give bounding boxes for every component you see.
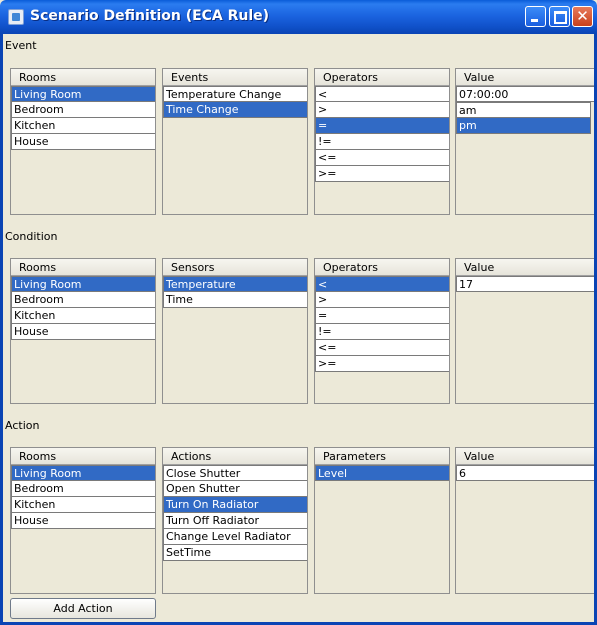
action-parameters-panel: Parameters Level — [314, 447, 450, 594]
list-item[interactable]: pm — [456, 118, 591, 134]
condition-rooms-header: Rooms — [11, 259, 155, 276]
condition-sensors-list: Temperature Time — [163, 276, 307, 308]
event-ampm-list: am pm — [456, 102, 591, 134]
event-section-label: Event — [5, 39, 37, 52]
condition-rooms-panel: Rooms Living Room Bedroom Kitchen House — [10, 258, 156, 404]
condition-value-input[interactable]: 17 — [456, 276, 594, 292]
condition-rooms-list: Living Room Bedroom Kitchen House — [11, 276, 155, 340]
list-item[interactable]: Temperature Change — [163, 86, 307, 102]
list-item[interactable]: Level — [315, 465, 449, 481]
list-item[interactable]: < — [315, 86, 449, 102]
list-item[interactable]: Living Room — [11, 276, 155, 292]
minimize-button[interactable] — [525, 6, 546, 27]
list-item[interactable]: SetTime — [163, 545, 307, 561]
action-rooms-panel: Rooms Living Room Bedroom Kitchen House — [10, 447, 156, 594]
list-item[interactable]: Turn On Radiator — [163, 497, 307, 513]
maximize-button[interactable] — [549, 6, 570, 27]
event-value-panel: Value 07:00:00 am pm — [455, 68, 594, 215]
list-item[interactable]: <= — [315, 340, 449, 356]
list-item[interactable]: <= — [315, 150, 449, 166]
list-item[interactable]: >= — [315, 356, 449, 372]
action-value-header: Value — [456, 448, 594, 465]
condition-value-header: Value — [456, 259, 594, 276]
event-operators-header: Operators — [315, 69, 449, 86]
list-item[interactable]: Turn Off Radiator — [163, 513, 307, 529]
list-item[interactable]: House — [11, 513, 155, 529]
list-item[interactable]: House — [11, 134, 155, 150]
event-rooms-panel: Rooms Living Room Bedroom Kitchen House — [10, 68, 156, 215]
condition-operators-panel: Operators < > = != <= >= — [314, 258, 450, 404]
condition-operators-list: < > = != <= >= — [315, 276, 449, 372]
action-rooms-list: Living Room Bedroom Kitchen House — [11, 465, 155, 529]
event-rooms-header: Rooms — [11, 69, 155, 86]
event-value-input[interactable]: 07:00:00 — [456, 86, 594, 102]
action-value-panel: Value 6 — [455, 447, 594, 594]
condition-operators-header: Operators — [315, 259, 449, 276]
window-frame-left — [0, 34, 3, 625]
event-operators-panel: Operators < > = != <= >= — [314, 68, 450, 215]
list-item[interactable]: Time — [163, 292, 307, 308]
list-item[interactable]: > — [315, 292, 449, 308]
action-section-label: Action — [5, 419, 40, 432]
condition-sensors-header: Sensors — [163, 259, 307, 276]
app-icon — [8, 9, 24, 25]
list-item[interactable]: Change Level Radiator — [163, 529, 307, 545]
list-item[interactable]: >= — [315, 166, 449, 182]
list-item[interactable]: Bedroom — [11, 102, 155, 118]
list-item[interactable]: Bedroom — [11, 292, 155, 308]
event-events-list: Temperature Change Time Change — [163, 86, 307, 118]
list-item[interactable]: Kitchen — [11, 308, 155, 324]
action-actions-header: Actions — [163, 448, 307, 465]
list-item[interactable]: Bedroom — [11, 481, 155, 497]
condition-value-panel: Value 17 — [455, 258, 594, 404]
window-title: Scenario Definition (ECA Rule) — [30, 8, 270, 24]
list-item[interactable]: Living Room — [11, 86, 155, 102]
condition-sensors-panel: Sensors Temperature Time — [162, 258, 308, 404]
event-events-panel: Events Temperature Change Time Change — [162, 68, 308, 215]
list-item[interactable]: Kitchen — [11, 497, 155, 513]
list-item[interactable]: Time Change — [163, 102, 307, 118]
list-item[interactable]: = — [315, 308, 449, 324]
list-item[interactable]: Living Room — [11, 465, 155, 481]
action-value-input[interactable]: 6 — [456, 465, 594, 481]
event-value-header: Value — [456, 69, 594, 86]
list-item[interactable]: > — [315, 102, 449, 118]
list-item[interactable]: != — [315, 134, 449, 150]
action-parameters-list: Level — [315, 465, 449, 481]
list-item[interactable]: = — [315, 118, 449, 134]
action-parameters-header: Parameters — [315, 448, 449, 465]
title-bar[interactable]: Scenario Definition (ECA Rule) ✕ — [0, 0, 597, 34]
action-actions-panel: Actions Close Shutter Open Shutter Turn On… — [162, 447, 308, 594]
event-operators-list: < > = != <= >= — [315, 86, 449, 182]
list-item[interactable]: Kitchen — [11, 118, 155, 134]
list-item[interactable]: < — [315, 276, 449, 292]
list-item[interactable]: am — [456, 102, 591, 118]
condition-section-label: Condition — [5, 230, 58, 243]
list-item[interactable]: House — [11, 324, 155, 340]
action-rooms-header: Rooms — [11, 448, 155, 465]
event-rooms-list: Living Room Bedroom Kitchen House — [11, 86, 155, 150]
list-item[interactable]: Temperature — [163, 276, 307, 292]
list-item[interactable]: Open Shutter — [163, 481, 307, 497]
add-action-button[interactable]: Add Action — [10, 598, 156, 619]
close-icon: ✕ — [576, 7, 589, 25]
list-item[interactable]: != — [315, 324, 449, 340]
close-button[interactable]: ✕ — [572, 6, 593, 27]
event-events-header: Events — [163, 69, 307, 86]
list-item[interactable]: Close Shutter — [163, 465, 307, 481]
action-actions-list: Close Shutter Open Shutter Turn On Radiato… — [163, 465, 307, 561]
